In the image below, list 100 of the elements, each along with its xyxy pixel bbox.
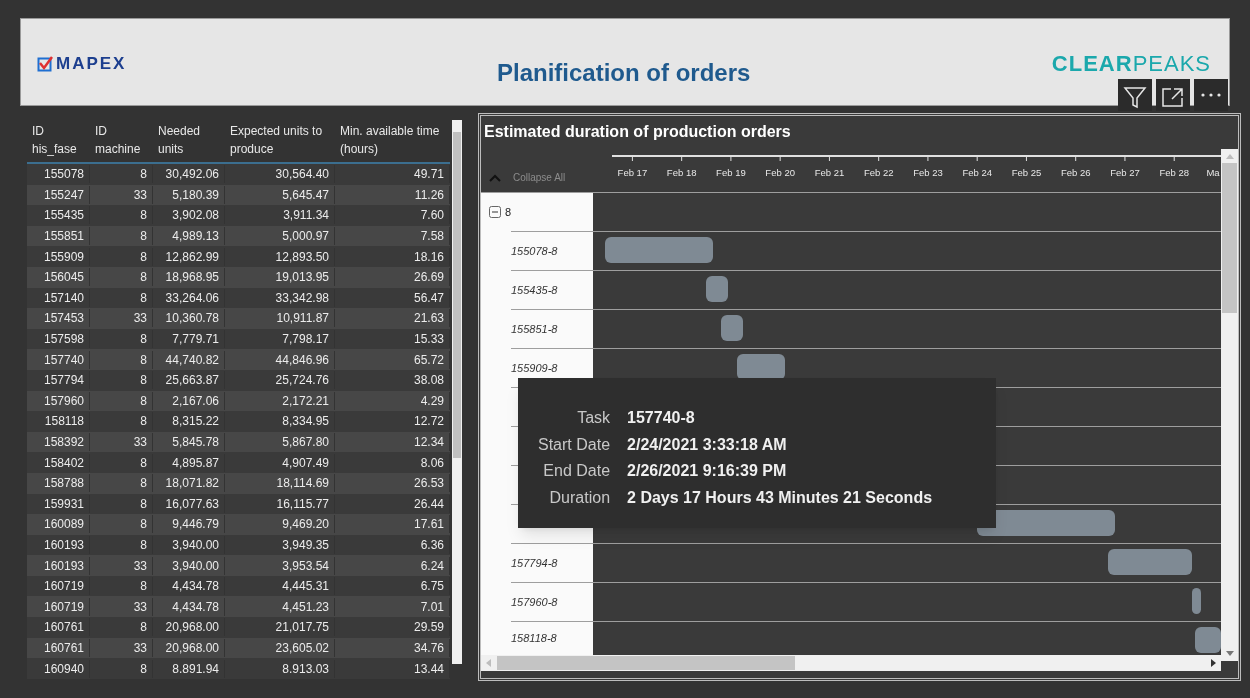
table-cell: 49.71: [335, 165, 450, 184]
table-cell: 155909: [27, 247, 90, 266]
table-cell: 9,469.20: [225, 515, 335, 534]
task-label[interactable]: 155909-8: [511, 359, 558, 377]
axis-label: Feb 23: [913, 166, 943, 180]
axis-label: Feb 27: [1110, 166, 1140, 180]
table-cell: 8.06: [335, 453, 450, 472]
horizontal-scrollbar[interactable]: [481, 655, 1221, 671]
table-cell: 21.63: [335, 309, 450, 328]
axis-label: Ma: [1206, 166, 1220, 180]
collapse-all-button[interactable]: Collapse All: [481, 145, 593, 192]
tooltip-label: End Date: [542, 461, 611, 481]
tooltip-value: 157740-8: [627, 408, 696, 428]
table-cell: 44,846.96: [225, 350, 335, 369]
column-header[interactable]: Expected units to produce: [225, 122, 335, 158]
table-cell: 8.913.03: [225, 659, 335, 678]
tooltip-label: Start Date: [537, 434, 611, 455]
table-cell: 15.33: [335, 330, 450, 349]
table-cell: 159931: [27, 494, 90, 513]
report-title: Planification of orders: [497, 58, 751, 88]
table-cell: 8: [90, 412, 153, 431]
table-cell: 5,000.97: [225, 227, 335, 246]
column-header[interactable]: ID his_fase: [27, 122, 90, 158]
table-cell: 158402: [27, 453, 90, 472]
filter-button[interactable]: [1118, 79, 1152, 111]
duration-bar[interactable]: [1107, 549, 1192, 575]
table-cell: 25,724.76: [225, 371, 335, 390]
table-cell: 25,663.87: [153, 371, 225, 390]
table-cell: 160193: [27, 536, 90, 554]
column-header[interactable]: ID machine: [90, 122, 153, 158]
table-cell: 56.47: [335, 288, 450, 307]
duration-bar[interactable]: [721, 315, 743, 341]
tooltip-value: 2/26/2021 9:16:39 PM: [627, 461, 788, 481]
task-label[interactable]: 155851-8: [511, 320, 558, 338]
more-icon: [1200, 92, 1222, 98]
table-cell: 4.29: [335, 391, 450, 410]
table-cell: 8: [90, 577, 153, 596]
table-cell: 12.72: [335, 412, 450, 431]
table-cell: 3,940.00: [153, 536, 225, 554]
table-cell: 8: [90, 227, 153, 246]
focus-mode-button[interactable]: [1156, 79, 1190, 111]
table-cell: 30,492.06: [153, 165, 225, 184]
table-cell: 65.72: [335, 350, 450, 369]
task-label[interactable]: 155435-8: [511, 281, 558, 299]
scroll-down-icon[interactable]: [1225, 651, 1234, 657]
scroll-right-icon[interactable]: [1211, 659, 1217, 667]
table-cell: 4,445.31: [225, 577, 335, 596]
table-cell: 8: [90, 618, 153, 637]
checkbox-logo-icon: [37, 55, 53, 72]
task-label[interactable]: 155078-8: [511, 242, 558, 260]
caret-up-icon: [489, 173, 501, 182]
table-cell: 4,989.13: [153, 227, 225, 246]
table-cell: 155851: [27, 227, 90, 246]
axis-label: Feb 25: [1011, 166, 1042, 180]
table-cell: 156045: [27, 268, 90, 287]
table-cell: 13.44: [335, 659, 450, 678]
vertical-scrollbar[interactable]: [452, 120, 462, 664]
axis-label: Feb 28: [1159, 166, 1189, 180]
table-cell: 8: [90, 515, 153, 534]
column-header[interactable]: Needed units: [153, 122, 225, 158]
duration-bar[interactable]: [604, 237, 713, 263]
table-cell: 160940: [27, 659, 90, 678]
table-cell: 160193: [27, 556, 90, 575]
vertical-scrollbar[interactable]: [1221, 149, 1238, 661]
collapse-icon[interactable]: [489, 206, 501, 218]
column-header[interactable]: Min. available time (hours): [335, 122, 450, 158]
logo-text: MAPEX: [56, 53, 127, 75]
table-cell: 8,334.95: [225, 412, 335, 431]
duration-bar[interactable]: [1194, 627, 1221, 653]
table-cell: 21,017.75: [225, 618, 335, 637]
axis-label: Feb 24: [962, 166, 992, 180]
tooltip-value: 2 Days 17 Hours 43 Minutes 21 Seconds: [627, 487, 934, 508]
table-cell: 8: [90, 350, 153, 369]
table-cell: 8: [90, 268, 153, 287]
table-cell: 4,907.49: [225, 453, 335, 472]
table-cell: 16,115.77: [225, 494, 335, 513]
scrollbar-thumb[interactable]: [1222, 163, 1237, 313]
scrollbar-thumb[interactable]: [497, 656, 795, 670]
table-cell: 30,564.40: [225, 165, 335, 184]
duration-bar[interactable]: [1191, 588, 1201, 614]
task-label[interactable]: 157794-8: [511, 554, 558, 572]
duration-bar[interactable]: [706, 276, 728, 302]
duration-bar[interactable]: [977, 510, 1116, 536]
scrollbar-thumb[interactable]: [453, 132, 461, 458]
duration-bar[interactable]: [736, 354, 786, 380]
group-label[interactable]: 8: [505, 203, 512, 221]
table-cell: 33,342.98: [225, 288, 335, 307]
table-cell: 8.891.94: [153, 659, 225, 678]
table-cell: 8: [90, 453, 153, 472]
table-cell: 8: [90, 474, 153, 493]
table-cell: 155247: [27, 185, 90, 204]
table-cell: 157598: [27, 330, 90, 349]
axis-label: Feb 18: [666, 166, 697, 180]
more-options-button[interactable]: [1194, 79, 1228, 111]
axis-label: Feb 20: [765, 166, 795, 180]
chart-title: Estimated duration of production orders: [483, 122, 792, 142]
table-cell: 160719: [27, 577, 90, 596]
table-cell: 44,740.82: [153, 350, 225, 369]
table-cell: 158392: [27, 433, 90, 451]
task-label[interactable]: 157960-8: [511, 593, 558, 611]
